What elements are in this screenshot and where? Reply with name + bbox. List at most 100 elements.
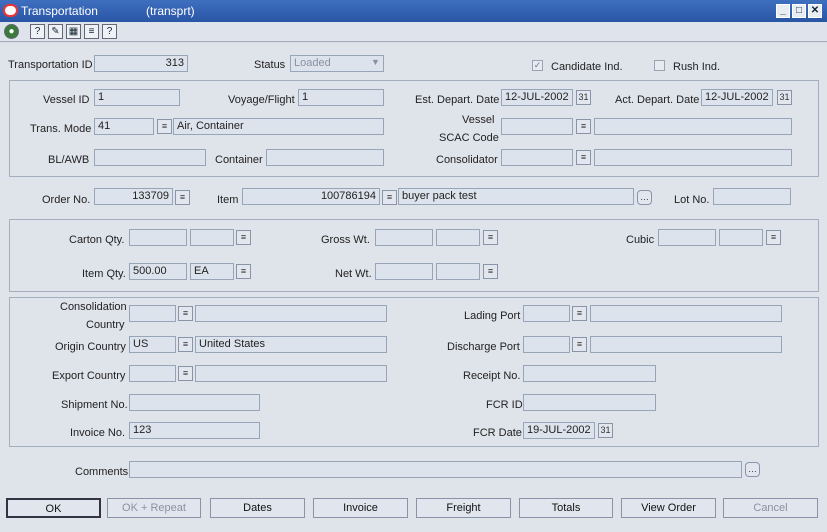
net-uom-field[interactable]	[436, 263, 480, 280]
chevron-down-icon: ▼	[371, 57, 380, 67]
consol-country-field[interactable]	[129, 305, 176, 322]
shipment-no-label: Shipment No.	[61, 399, 128, 411]
trans-mode-field[interactable]: 41	[94, 118, 154, 135]
gross-uom-field[interactable]	[436, 229, 480, 246]
fcr-id-field[interactable]	[523, 394, 656, 411]
status-value: Loaded	[294, 57, 331, 69]
vessel-id-label: Vessel ID	[43, 94, 90, 106]
scac-label-2: SCAC Code	[439, 132, 499, 144]
voyage-label: Voyage/Flight	[228, 94, 295, 106]
lading-port-field[interactable]	[523, 305, 570, 322]
list-of-values-icon[interactable]: ≡	[175, 190, 190, 205]
list-of-values-icon[interactable]: ≡	[236, 264, 251, 279]
act-depart-field[interactable]: 12-JUL-2002	[701, 89, 773, 106]
fcr-id-label: FCR ID	[486, 399, 523, 411]
item-field[interactable]: 100786194	[242, 188, 380, 205]
cancel-button[interactable]: Cancel	[723, 498, 818, 518]
totals-button[interactable]: Totals	[519, 498, 613, 518]
ok-button[interactable]: OK	[6, 498, 101, 518]
discharge-port-field[interactable]	[523, 336, 570, 353]
tools-icon[interactable]: ✎	[48, 24, 63, 39]
bl-awb-field[interactable]	[94, 149, 206, 166]
origin-country-field[interactable]: US	[129, 336, 176, 353]
help-icon[interactable]: ?	[30, 24, 45, 39]
container-field[interactable]	[266, 149, 384, 166]
consolidator-desc	[594, 149, 792, 166]
consol-country-desc	[195, 305, 387, 322]
view-order-button[interactable]: View Order	[621, 498, 716, 518]
list-of-values-icon[interactable]: ≡	[157, 119, 172, 134]
minimize-button[interactable]: _	[776, 4, 790, 18]
calendar-icon[interactable]: 31	[598, 423, 613, 438]
freight-button[interactable]: Freight	[416, 498, 511, 518]
gross-wt-field[interactable]	[375, 229, 433, 246]
invoice-button[interactable]: Invoice	[313, 498, 408, 518]
list-of-values-icon[interactable]: ≡	[178, 337, 193, 352]
comments-field[interactable]	[129, 461, 742, 478]
calculator-icon[interactable]: ▦	[66, 24, 81, 39]
est-depart-label: Est. Depart. Date	[415, 94, 500, 106]
list-of-values-icon[interactable]: ≡	[572, 337, 587, 352]
shipment-no-field[interactable]	[129, 394, 260, 411]
lading-port-label: Lading Port	[464, 310, 521, 322]
origin-country-label: Origin Country	[55, 341, 126, 353]
carton-uom-field[interactable]	[190, 229, 234, 246]
receipt-no-field[interactable]	[523, 365, 656, 382]
dates-button[interactable]: Dates	[210, 498, 305, 518]
est-depart-field[interactable]: 12-JUL-2002	[501, 89, 573, 106]
calendar-icon[interactable]: 31	[777, 90, 792, 105]
consol-country-label-1: Consolidation	[60, 301, 127, 313]
scac-field[interactable]	[501, 118, 573, 135]
export-country-field[interactable]	[129, 365, 176, 382]
net-wt-label: Net Wt.	[335, 268, 372, 280]
net-wt-field[interactable]	[375, 263, 433, 280]
close-button[interactable]: ✕	[808, 4, 822, 18]
order-no-field[interactable]: 133709	[94, 188, 173, 205]
list-of-values-icon[interactable]: ≡	[178, 306, 193, 321]
consolidator-label: Consolidator	[436, 154, 498, 166]
list-of-values-icon[interactable]: ≡	[576, 150, 591, 165]
fcr-date-field[interactable]: 19-JUL-2002	[523, 422, 595, 439]
ok-repeat-button[interactable]: OK + Repeat	[107, 498, 201, 518]
cubic-uom-field[interactable]	[719, 229, 763, 246]
lading-port-desc	[590, 305, 782, 322]
invoice-no-field[interactable]: 123	[129, 422, 260, 439]
item-desc: buyer pack test	[398, 188, 634, 205]
item-qty-field[interactable]: 500.00	[129, 263, 187, 280]
list-of-values-icon[interactable]: ≡	[576, 119, 591, 134]
notes-icon[interactable]: ≡	[84, 24, 99, 39]
rush-checkbox[interactable]	[654, 60, 665, 71]
list-of-values-icon[interactable]: ≡	[483, 230, 498, 245]
vessel-id-field[interactable]: 1	[94, 89, 180, 106]
item-label: Item	[217, 194, 239, 206]
lot-no-field[interactable]	[713, 188, 791, 205]
comment-icon[interactable]: …	[637, 190, 652, 205]
list-of-values-icon[interactable]: ≡	[178, 366, 193, 381]
candidate-checkbox[interactable]: ✓	[532, 60, 543, 71]
cubic-field[interactable]	[658, 229, 716, 246]
list-of-values-icon[interactable]: ≡	[766, 230, 781, 245]
scac-label-1: Vessel	[462, 114, 495, 126]
maximize-button[interactable]: □	[792, 4, 806, 18]
voyage-field[interactable]: 1	[298, 89, 384, 106]
title-bar: Transportation (transprt) _ □ ✕	[0, 0, 827, 22]
discharge-port-desc	[590, 336, 782, 353]
item-uom-field[interactable]: EA	[190, 263, 234, 280]
list-of-values-icon[interactable]: ≡	[236, 230, 251, 245]
list-of-values-icon[interactable]: ≡	[483, 264, 498, 279]
consolidator-field[interactable]	[501, 149, 573, 166]
question-icon[interactable]: ?	[102, 24, 117, 39]
carton-qty-field[interactable]	[129, 229, 187, 246]
calendar-icon[interactable]: 31	[576, 90, 591, 105]
oracle-app-icon	[3, 4, 18, 17]
list-of-values-icon[interactable]: ≡	[382, 190, 397, 205]
comment-icon[interactable]: …	[745, 462, 760, 477]
act-depart-label: Act. Depart. Date	[615, 94, 700, 106]
status-select[interactable]: Loaded ▼	[290, 55, 384, 72]
globe-icon[interactable]: ●	[4, 24, 19, 39]
transportation-id-field[interactable]: 313	[94, 55, 188, 72]
rush-label: Rush Ind.	[673, 61, 721, 73]
export-country-label: Export Country	[52, 370, 126, 382]
toolbar	[0, 22, 827, 42]
list-of-values-icon[interactable]: ≡	[572, 306, 587, 321]
